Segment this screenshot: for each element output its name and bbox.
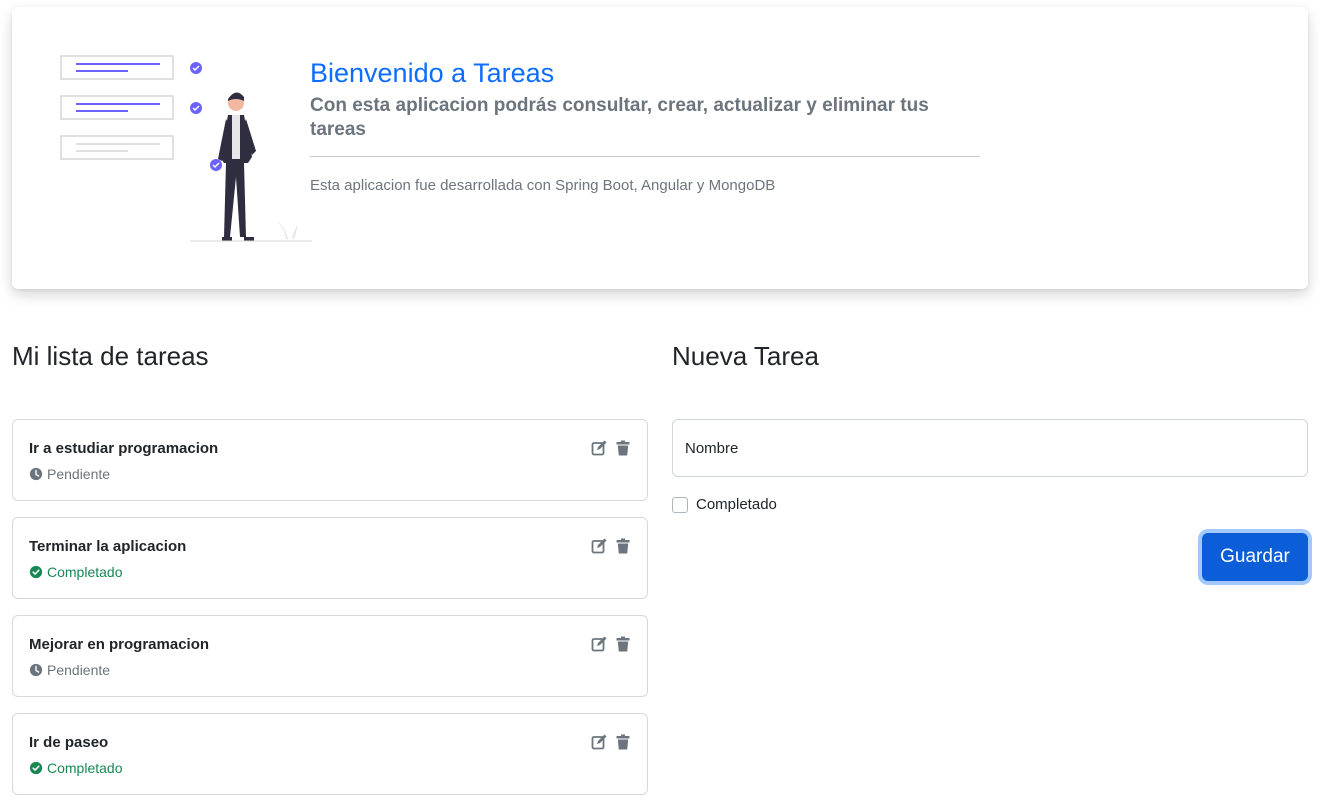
edit-icon[interactable] <box>591 440 607 456</box>
task-status-label: Pendiente <box>47 662 111 678</box>
trash-icon[interactable] <box>615 538 631 554</box>
hero-text: Bienvenido a Tareas Con esta aplicacion … <box>310 57 980 194</box>
task-actions <box>591 440 631 456</box>
welcome-card: Bienvenido a Tareas Con esta aplicacion … <box>12 7 1308 289</box>
task-name: Ir a estudiar programacion <box>29 440 219 457</box>
task-status-label: Completado <box>47 760 123 776</box>
new-task-title: Nueva Tarea <box>672 341 819 371</box>
edit-icon[interactable] <box>591 734 607 750</box>
task-name-input[interactable] <box>672 419 1308 477</box>
check-circle-icon <box>29 565 43 579</box>
completed-checkbox-row[interactable]: Completado <box>672 496 777 513</box>
task-status-label: Completado <box>47 564 123 580</box>
completed-checkbox-label: Completado <box>696 496 777 513</box>
hero-title: Bienvenido a Tareas <box>310 58 555 88</box>
task-card: Mejorar en programacion Pendiente <box>12 615 648 697</box>
person-checklist-illustration <box>60 55 312 242</box>
task-name: Terminar la aplicacion <box>29 538 187 555</box>
edit-icon[interactable] <box>591 538 607 554</box>
save-button[interactable]: Guardar <box>1202 533 1308 581</box>
clock-icon <box>29 467 43 481</box>
completed-checkbox[interactable] <box>672 496 688 513</box>
task-actions <box>591 734 631 750</box>
task-card: Ir de paseo Completado <box>12 713 648 795</box>
task-name: Mejorar en programacion <box>29 636 210 653</box>
check-circle-icon <box>29 761 43 775</box>
task-actions <box>591 538 631 554</box>
hero-divider <box>310 156 980 157</box>
task-status-label: Pendiente <box>47 466 111 482</box>
trash-icon[interactable] <box>615 734 631 750</box>
task-status: Completado <box>29 564 123 580</box>
trash-icon[interactable] <box>615 440 631 456</box>
task-card: Ir a estudiar programacion Pendiente <box>12 419 648 501</box>
task-status: Completado <box>29 760 123 776</box>
task-status: Pendiente <box>29 662 110 678</box>
clock-icon <box>29 663 43 677</box>
task-card: Terminar la aplicacion Completado <box>12 517 648 599</box>
task-name: Ir de paseo <box>29 734 109 751</box>
task-list-title: Mi lista de tareas <box>12 341 209 371</box>
trash-icon[interactable] <box>615 636 631 652</box>
task-status: Pendiente <box>29 466 110 482</box>
edit-icon[interactable] <box>591 636 607 652</box>
hero-subtitle: Con esta aplicacion podrás consultar, cr… <box>310 95 929 140</box>
task-actions <box>591 636 631 652</box>
hero-description: Esta aplicacion fue desarrollada con Spr… <box>310 177 776 194</box>
